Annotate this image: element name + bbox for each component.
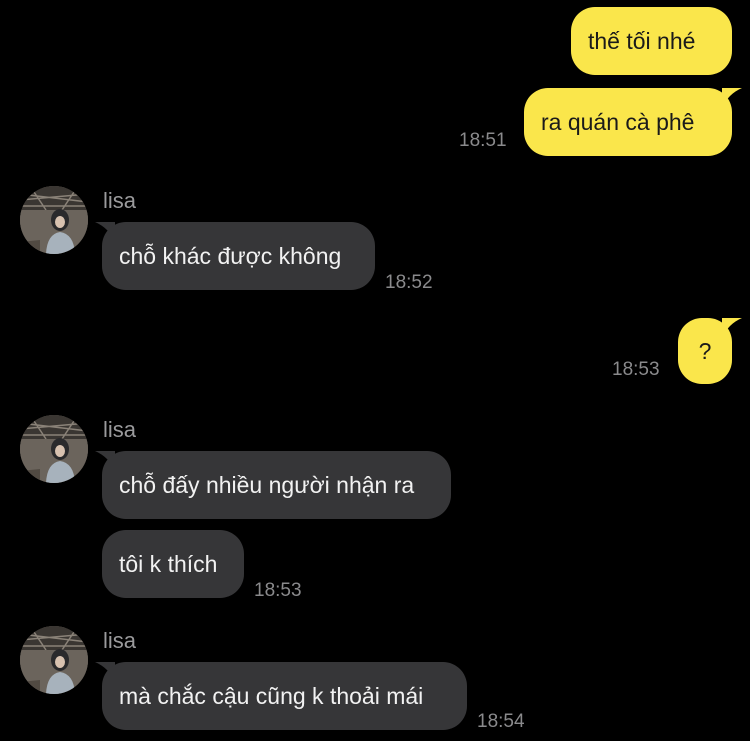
message-text: chỗ đấy nhiều người nhận ra xyxy=(119,472,415,498)
message-timestamp: 18:53 xyxy=(254,580,302,601)
bubble-tail-icon xyxy=(722,318,742,338)
incoming-message-bubble[interactable]: chỗ khác được không xyxy=(102,222,375,290)
message-text: thế tối nhé xyxy=(588,28,696,54)
incoming-message-bubble[interactable]: chỗ đấy nhiều người nhận ra xyxy=(102,451,451,519)
avatar[interactable] xyxy=(20,186,88,254)
sender-name: lisa xyxy=(103,188,137,213)
message-text: ra quán cà phê xyxy=(541,109,695,135)
incoming-message-bubble[interactable]: tôi k thích xyxy=(102,530,244,598)
sender-name: lisa xyxy=(103,628,137,653)
outgoing-message-bubble[interactable]: thế tối nhé xyxy=(571,7,732,75)
profile-photo-avatar xyxy=(20,626,88,694)
message-text: chỗ khác được không xyxy=(119,243,342,269)
outgoing-message-bubble[interactable]: ra quán cà phê xyxy=(524,88,732,156)
message-timestamp: 18:52 xyxy=(385,272,433,293)
sender-name: lisa xyxy=(103,417,137,442)
profile-photo-avatar xyxy=(20,415,88,483)
message-text: ? xyxy=(698,338,712,364)
profile-photo-avatar xyxy=(20,186,88,254)
message-text: tôi k thích xyxy=(119,551,218,577)
avatar[interactable] xyxy=(20,415,88,483)
message-timestamp: 18:51 xyxy=(459,130,507,151)
bubble-tail-icon xyxy=(722,88,742,108)
message-timestamp: 18:53 xyxy=(612,359,660,380)
message-text: mà chắc cậu cũng k thoải mái xyxy=(119,683,424,709)
avatar[interactable] xyxy=(20,626,88,694)
message-timestamp: 18:54 xyxy=(477,711,525,732)
incoming-message-bubble[interactable]: mà chắc cậu cũng k thoải mái xyxy=(102,662,467,730)
